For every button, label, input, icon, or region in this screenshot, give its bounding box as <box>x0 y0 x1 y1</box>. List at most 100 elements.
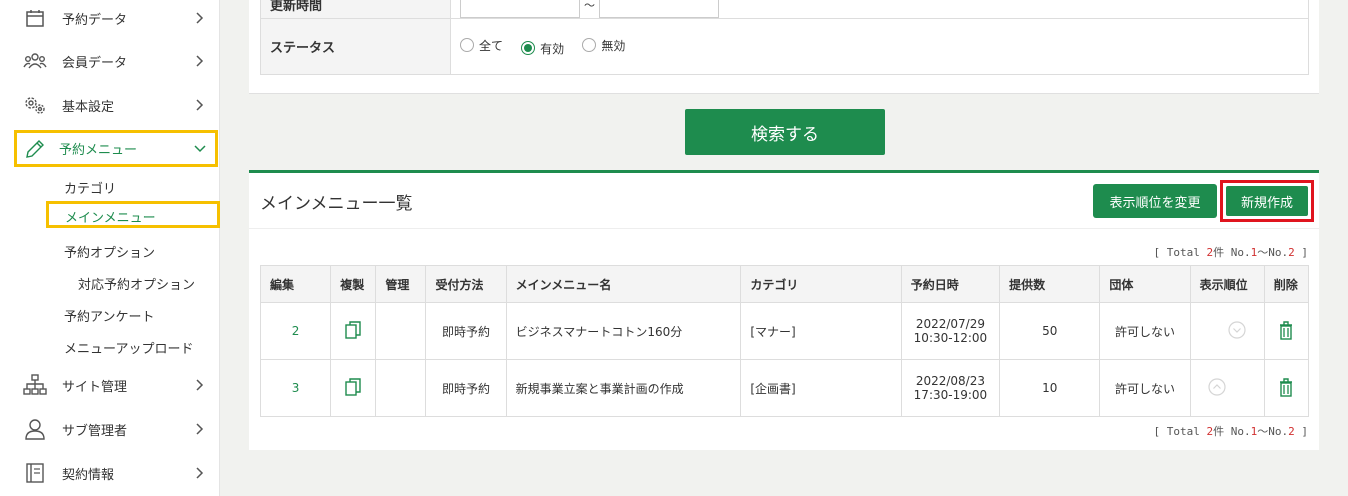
submenu-reservation-survey[interactable]: 予約アンケート <box>64 306 154 325</box>
sidebar-item-reservation-menu[interactable]: 予約メニュー <box>14 130 218 167</box>
date-text: 2022/07/29 <box>915 317 985 331</box>
people-icon <box>22 49 48 73</box>
chevron-right-icon <box>192 465 208 481</box>
table-row: 2 即時予約 ビジネスマナートコトン160分 [マナー] 2022/07/29 1… <box>259 302 1310 360</box>
submenu-main-menu[interactable]: メインメニュー <box>46 201 220 228</box>
sidebar-item-member-data[interactable]: 会員データ <box>14 43 218 79</box>
submenu-category[interactable]: カテゴリ <box>64 178 116 197</box>
submenu-main-menu-label: メインメニュー <box>65 211 156 226</box>
chevron-right-icon <box>192 97 208 113</box>
sidebar-item-sub-admin[interactable]: サブ管理者 <box>14 411 218 447</box>
submenu-menu-upload[interactable]: メニューアップロード <box>64 338 193 357</box>
total-count-top: [ Total 2件 No.1〜No.2 ] <box>1153 246 1308 259</box>
col-datetime: 予約日時 <box>900 265 1001 303</box>
book-icon <box>22 461 48 485</box>
datetime-cell: 2022/08/23 17:30-19:00 <box>900 359 1001 417</box>
col-copy: 複製 <box>330 265 377 303</box>
search-form: 更新時間 〜 ステータス 全て 有効 無効 <box>249 0 1319 94</box>
time-text: 17:30-19:00 <box>913 388 988 402</box>
radio-circle <box>582 38 597 52</box>
sidebar: 予約データ 会員データ 基本設定 予約メニュー カテゴリ メインメニュー 予約オ… <box>0 0 220 496</box>
category-cell: [マナー] <box>740 302 902 360</box>
search-form-table: 更新時間 〜 ステータス 全て 有効 無効 <box>260 0 1309 75</box>
radio-circle <box>460 38 474 52</box>
group-cell: 許可しない <box>1099 302 1191 360</box>
col-capacity: 提供数 <box>999 265 1101 303</box>
datetime-cell: 2022/07/29 10:30-12:00 <box>900 302 1001 360</box>
sitemap-icon <box>22 373 48 397</box>
edit-link[interactable]: 2 <box>259 302 332 360</box>
new-button-highlight: 新規作成 <box>1220 180 1314 222</box>
list-title: メインメニュー一覧 <box>260 194 413 214</box>
pencil-icon <box>22 137 48 161</box>
status-options: 全て 有効 無効 <box>450 18 1309 75</box>
total-count-bottom: [ Total 2件 No.1〜No.2 ] <box>1153 425 1308 438</box>
chevron-right-icon <box>192 53 208 69</box>
status-radio-active[interactable]: 有効 <box>521 40 564 57</box>
table-header: 編集 複製 管理 受付方法 メインメニュー名 カテゴリ 予約日時 提供数 団体 … <box>259 265 1310 303</box>
edit-link[interactable]: 3 <box>259 359 332 417</box>
menu-name-cell: ビジネスマナートコトン160分 <box>505 302 742 360</box>
sidebar-item-label: 予約データ <box>62 12 128 28</box>
updated-to-input[interactable] <box>599 0 719 18</box>
copy-icon[interactable] <box>345 377 361 396</box>
status-radio-inactive[interactable]: 無効 <box>582 37 625 54</box>
search-button[interactable]: 検索する <box>685 109 885 155</box>
chevron-right-icon <box>192 421 208 437</box>
sidebar-item-site-management[interactable]: サイト管理 <box>14 367 218 403</box>
sidebar-item-reservation-data[interactable]: 予約データ <box>14 0 218 36</box>
col-edit: 編集 <box>259 265 332 303</box>
new-create-button[interactable]: 新規作成 <box>1226 186 1308 216</box>
date-text: 2022/08/23 <box>915 374 985 388</box>
range-separator: 〜 <box>584 0 595 12</box>
submenu-reservation-option[interactable]: 予約オプション <box>64 242 155 261</box>
col-menu-name: メインメニュー名 <box>505 265 742 303</box>
sidebar-item-label: 契約情報 <box>62 467 115 483</box>
chevron-down-icon <box>192 141 208 157</box>
sidebar-item-label: 予約メニュー <box>59 143 138 158</box>
updated-range: 〜 <box>450 0 1309 19</box>
chevron-down-circle-icon[interactable] <box>1228 320 1246 339</box>
menu-list-panel: メインメニュー一覧 表示順位を変更 新規作成 [ Total 2件 No.1〜N… <box>249 170 1319 450</box>
sidebar-item-label: サイト管理 <box>62 379 128 395</box>
col-order: 表示順位 <box>1189 265 1265 303</box>
sidebar-item-contract-info[interactable]: 契約情報 <box>14 455 218 491</box>
status-label: ステータス <box>260 18 451 75</box>
radio-circle <box>521 41 536 55</box>
sidebar-item-label: サブ管理者 <box>62 423 128 439</box>
capacity-cell: 50 <box>999 302 1101 360</box>
chevron-right-icon <box>192 377 208 393</box>
table-row: 3 即時予約 新規事業立案と事業計画の作成 [企画書] 2022/08/23 17… <box>259 359 1310 417</box>
trash-icon[interactable] <box>1278 377 1294 397</box>
col-method: 受付方法 <box>425 265 507 303</box>
gears-icon <box>22 93 48 117</box>
trash-icon[interactable] <box>1278 320 1294 340</box>
copy-icon[interactable] <box>345 320 361 339</box>
method-cell: 即時予約 <box>425 302 507 360</box>
chevron-right-icon <box>192 10 208 26</box>
category-cell: [企画書] <box>740 359 902 417</box>
status-radio-all[interactable]: 全て <box>460 37 503 54</box>
time-text: 10:30-12:00 <box>913 331 988 345</box>
chevron-up-circle-icon[interactable] <box>1208 377 1226 396</box>
updated-label: 更新時間 <box>260 0 451 19</box>
group-cell: 許可しない <box>1099 359 1191 417</box>
user-icon <box>22 417 48 441</box>
calendar-icon <box>22 6 48 30</box>
radio-label: 無効 <box>601 38 626 53</box>
change-order-button[interactable]: 表示順位を変更 <box>1093 184 1217 218</box>
updated-from-input[interactable] <box>460 0 580 18</box>
menu-table: 編集 複製 管理 受付方法 メインメニュー名 カテゴリ 予約日時 提供数 団体 … <box>259 265 1310 417</box>
col-category: カテゴリ <box>740 265 902 303</box>
sidebar-item-label: 会員データ <box>62 55 128 71</box>
col-group: 団体 <box>1099 265 1191 303</box>
submenu-supported-option[interactable]: 対応予約オプション <box>78 274 195 293</box>
col-delete: 削除 <box>1263 265 1310 303</box>
radio-label: 全て <box>479 38 504 53</box>
menu-name-cell: 新規事業立案と事業計画の作成 <box>505 359 742 417</box>
method-cell: 即時予約 <box>425 359 507 417</box>
sidebar-item-basic-settings[interactable]: 基本設定 <box>14 87 218 123</box>
capacity-cell: 10 <box>999 359 1101 417</box>
col-manage: 管理 <box>375 265 427 303</box>
sidebar-item-label: 基本設定 <box>62 99 115 115</box>
